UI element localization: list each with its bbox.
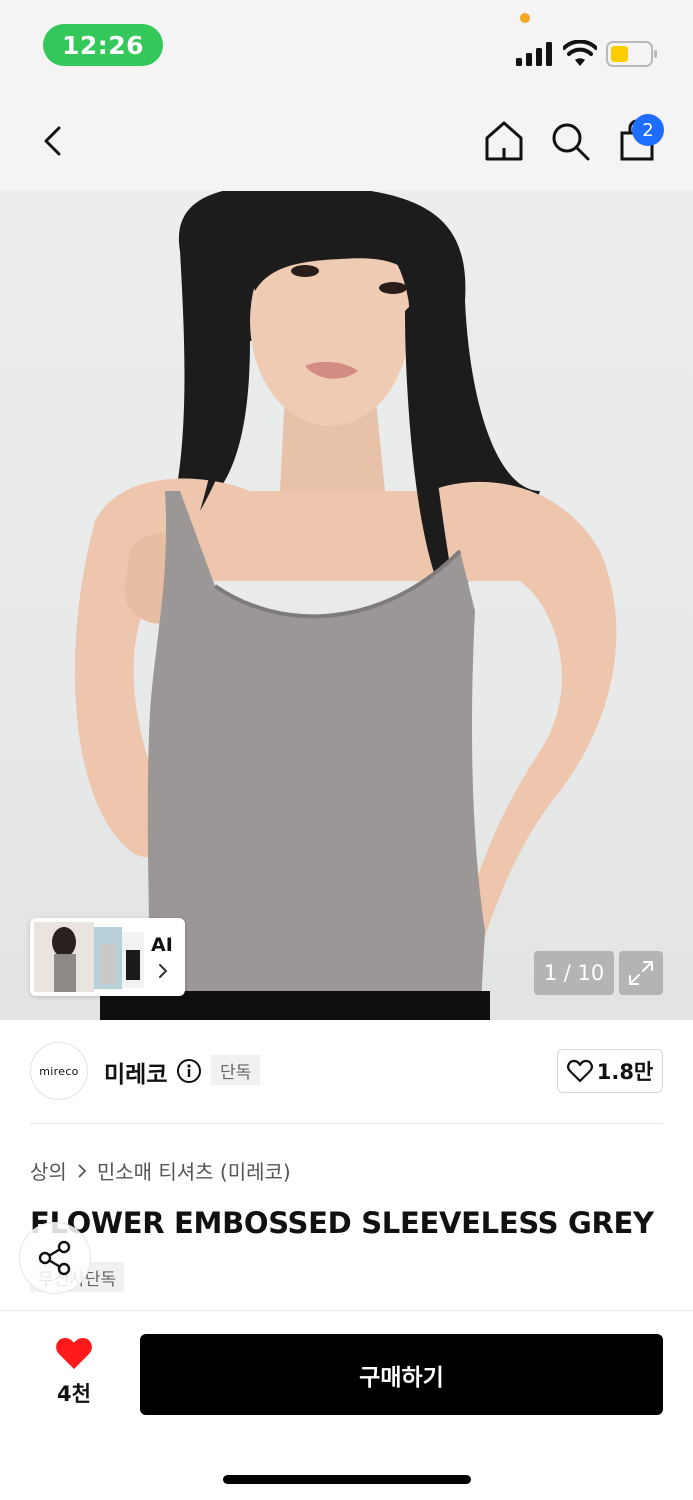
back-icon [44,126,61,156]
breadcrumb-category[interactable]: 상의 [30,1156,67,1185]
product-title: FLOWER EMBOSSED SLEEVELESS GREY [30,1206,654,1240]
cart-count-badge: 2 [632,114,664,146]
back-button[interactable] [30,118,76,164]
heart-outline-icon [566,1059,593,1083]
search-icon [552,123,590,161]
brand-like-count: 1.8만 [596,1060,654,1084]
info-icon[interactable] [176,1058,202,1084]
chevron-right-icon [159,964,168,978]
brand-logo[interactable]: mireco [30,1042,88,1100]
wishlist-button[interactable]: 4천 [44,1336,104,1410]
image-page-counter: 1 / 10 [534,951,614,995]
ai-thumbnails [34,922,144,992]
home-button[interactable] [481,118,527,164]
divider [30,1123,663,1124]
chevron-right-icon [78,1163,87,1178]
expand-icon [629,961,653,985]
brand-logo-text: mireco [39,1064,79,1078]
status-time: 12:26 [43,24,163,66]
wishlist-count: 4천 [57,1382,91,1406]
divider [0,1310,693,1311]
expand-button[interactable] [619,951,663,995]
exclusive-badge: 단독 [211,1055,261,1085]
ai-label: AI [151,934,173,956]
product-image[interactable] [0,191,693,1020]
brand-like-button[interactable]: 1.8만 [557,1049,663,1093]
top-nav-bar [0,90,693,191]
search-button[interactable] [547,118,593,164]
home-icon [485,121,523,161]
battery-icon [606,41,657,67]
signal-icon [516,42,552,66]
brand-name[interactable]: 미레코 [104,1055,167,1089]
status-bar: 12:26 [0,0,693,90]
model-photo [74,191,617,1020]
ai-similar-card[interactable] [30,918,185,996]
share-button[interactable] [19,1222,91,1294]
heart-filled-icon [56,1338,92,1369]
home-indicator[interactable] [223,1475,471,1484]
share-icon [38,1240,71,1276]
product-page: 12:26 2 AI 1 / 10 mireco 미레코 단독 1.8만 상의 … [0,0,693,1500]
buy-button[interactable]: 구매하기 [140,1334,663,1415]
privacy-indicator-dot [520,13,530,23]
breadcrumb-subcategory[interactable]: 민소매 티셔츠 (미레코) [97,1156,291,1185]
breadcrumb: 상의 민소매 티셔츠 (미레코) [30,1156,291,1185]
wifi-icon [563,40,597,66]
